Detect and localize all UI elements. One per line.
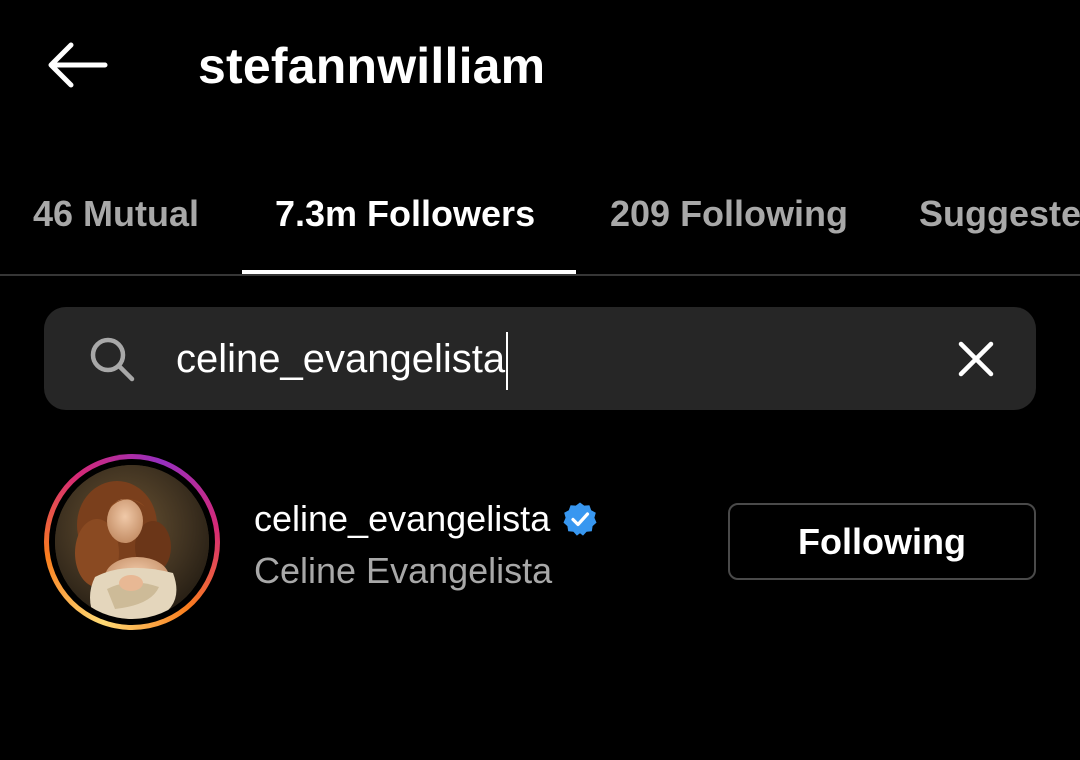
verified-badge-icon	[563, 502, 597, 536]
tab-mutual[interactable]: 46 Mutual	[33, 186, 199, 242]
result-username: celine_evangelista	[254, 498, 551, 539]
search-input-value: celine_evangelista	[176, 337, 506, 381]
search-icon	[90, 337, 135, 382]
clear-search-button[interactable]	[948, 331, 1004, 387]
back-button[interactable]	[36, 32, 118, 98]
list-item[interactable]: celine_evangelista Celine Evangelista Fo…	[0, 440, 1080, 640]
arrow-left-icon	[48, 42, 108, 88]
result-username-line[interactable]: celine_evangelista	[254, 496, 598, 542]
app-header: stefannwilliam	[0, 0, 1080, 130]
tab-following[interactable]: 209 Following	[610, 186, 848, 242]
search-bar[interactable]: celine_evangelista	[44, 307, 1036, 410]
tab-followers[interactable]: 7.3m Followers	[275, 186, 535, 242]
close-icon	[958, 341, 994, 377]
tabs-divider	[0, 274, 1080, 276]
page-title: stefannwilliam	[198, 38, 546, 94]
search-input[interactable]: celine_evangelista	[176, 329, 509, 391]
avatar-ring-gap	[49, 459, 215, 625]
following-button[interactable]: Following	[728, 503, 1036, 580]
avatar-story-ring[interactable]	[44, 454, 220, 630]
tab-suggested[interactable]: Suggeste	[919, 186, 1080, 242]
text-caret	[506, 332, 509, 391]
result-full-name: Celine Evangelista	[254, 550, 553, 591]
tab-bar: 46 Mutual 7.3m Followers 209 Following S…	[0, 170, 1080, 276]
avatar	[55, 465, 209, 619]
avatar-image	[55, 465, 209, 619]
